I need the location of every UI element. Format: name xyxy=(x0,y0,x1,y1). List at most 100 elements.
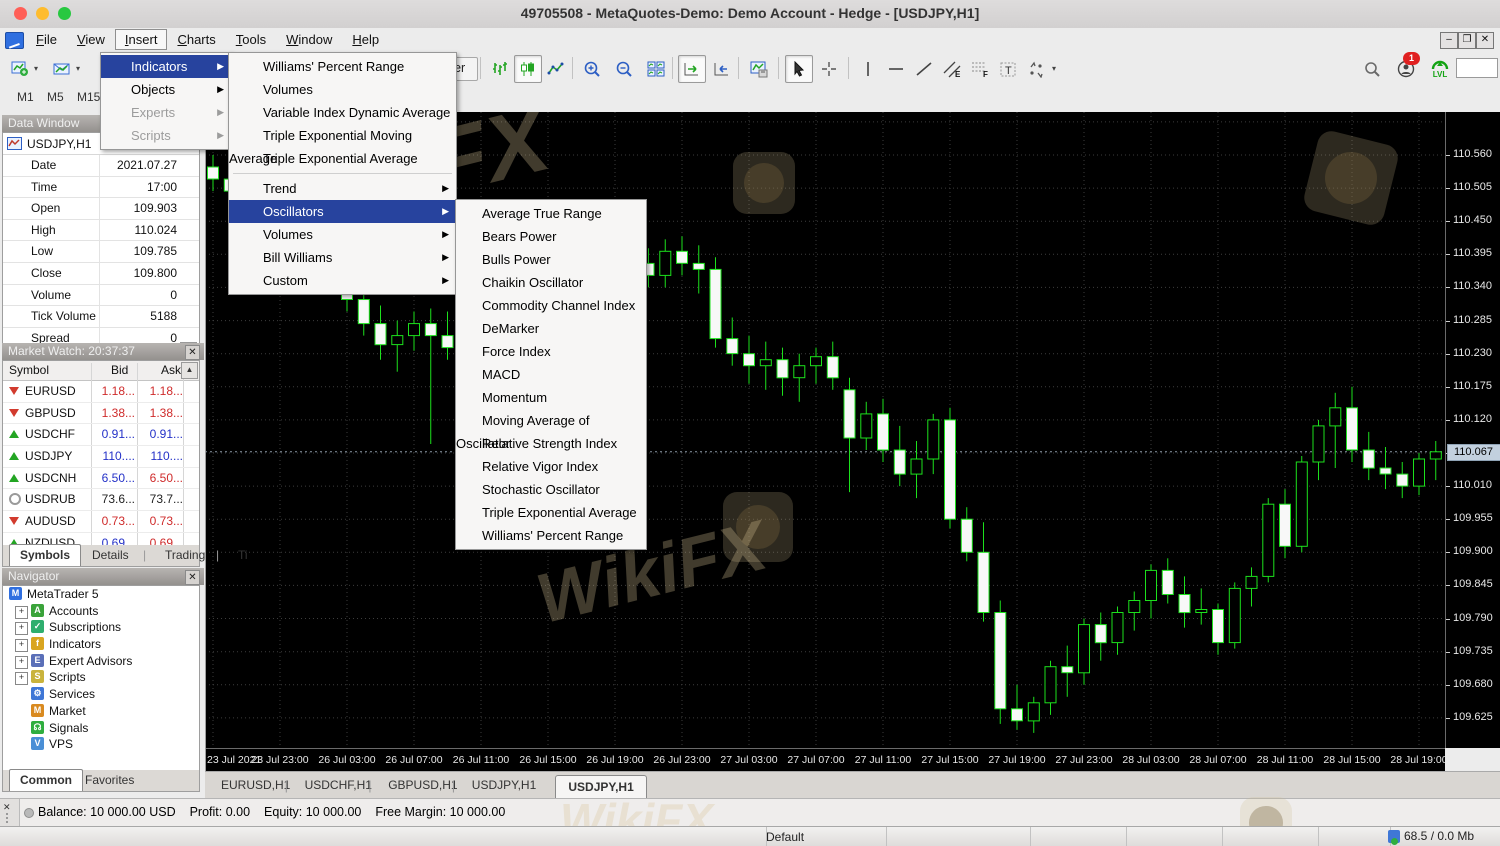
menubar-item-file[interactable]: File xyxy=(26,29,67,50)
chart-tab-0[interactable]: EURUSD,H1 xyxy=(221,778,290,792)
chart-tab-2[interactable]: GBPUSD,H1 xyxy=(388,778,457,792)
candlestick-chart-button[interactable] xyxy=(514,55,542,83)
toolbox-close-icon[interactable]: ✕ xyxy=(3,802,11,813)
zoom-out-button[interactable] xyxy=(610,55,638,83)
menubar-item-charts[interactable]: Charts xyxy=(167,29,225,50)
chart-tab-4[interactable]: USDJPY,H1 xyxy=(555,775,646,800)
navigator-item-scripts[interactable]: +SScripts xyxy=(3,669,199,686)
line-chart-button[interactable] xyxy=(542,55,570,83)
navigator-item-indicators[interactable]: +fIndicators xyxy=(3,636,199,653)
chart-tab-1[interactable]: USDCHF,H1 xyxy=(305,778,372,792)
new-chart-button[interactable] xyxy=(6,55,34,83)
price-axis[interactable]: 110.560110.505110.450110.395110.340110.2… xyxy=(1445,112,1500,748)
menu-item-variable-index-dynamic-average[interactable]: Variable Index Dynamic Average xyxy=(229,101,456,124)
menubar-item-view[interactable]: View xyxy=(67,29,115,50)
column-ask[interactable]: Ask xyxy=(161,363,181,377)
market-watch-scroll-up-button[interactable]: ▲ xyxy=(181,362,198,379)
tile-windows-button[interactable] xyxy=(642,55,670,83)
menu-item-oscillators[interactable]: Oscillators▶ xyxy=(229,200,456,223)
navigator-close-icon[interactable]: ✕ xyxy=(185,570,200,585)
menu-item-bears-power[interactable]: Bears Power xyxy=(456,225,646,248)
menu-item-triple-exponential-moving-average[interactable]: Triple Exponential Moving Average xyxy=(229,124,456,147)
menu-item-demarker[interactable]: DeMarker xyxy=(456,317,646,340)
menu-item-average-true-range[interactable]: Average True Range xyxy=(456,202,646,225)
tab-ti[interactable]: Ti xyxy=(228,545,258,565)
objects-more-caret-icon[interactable]: ▾ xyxy=(1052,64,1056,73)
chart-close-button[interactable]: ✕ xyxy=(1476,32,1494,49)
profile-selector[interactable]: Default xyxy=(758,827,887,846)
vertical-line-button[interactable] xyxy=(854,55,882,83)
navigator-item-accounts[interactable]: +AAccounts xyxy=(3,603,199,620)
tab-common[interactable]: Common xyxy=(9,769,83,791)
menu-item-volumes[interactable]: Volumes xyxy=(229,78,456,101)
tab-trading[interactable]: Trading xyxy=(155,545,215,565)
zoom-in-button[interactable] xyxy=(578,55,606,83)
navigator-root[interactable]: M MetaTrader 5 xyxy=(3,586,199,603)
navigator-item-services[interactable]: ⚙Services xyxy=(3,686,199,703)
market-watch-row-usdjpy[interactable]: USDJPY110....110.... xyxy=(3,446,199,468)
community-button[interactable]: 1 xyxy=(1392,55,1420,83)
tab-favorites[interactable]: Favorites xyxy=(75,770,144,790)
profiles-button[interactable] xyxy=(48,55,76,83)
auto-scroll-button[interactable] xyxy=(678,55,706,83)
column-symbol[interactable]: Symbol xyxy=(9,363,49,377)
navigator-item-vps[interactable]: VVPS xyxy=(3,736,199,753)
market-watch-row-eurusd[interactable]: EURUSD1.18...1.18... xyxy=(3,381,199,403)
tab-details[interactable]: Details xyxy=(82,545,139,565)
chart-minimize-button[interactable]: – xyxy=(1440,32,1458,49)
chart-tab-3[interactable]: USDJPY,H1 xyxy=(472,778,536,792)
menu-item-macd[interactable]: MACD xyxy=(456,363,646,386)
menu-item-williams-percent-range[interactable]: Williams' Percent Range xyxy=(229,55,456,78)
menu-item-indicators[interactable]: Indicators▶ xyxy=(101,55,231,78)
crosshair-button[interactable] xyxy=(815,55,843,83)
menu-item-force-index[interactable]: Force Index xyxy=(456,340,646,363)
timeframe-button-m5[interactable]: M5 xyxy=(40,88,71,107)
column-bid[interactable]: Bid xyxy=(111,363,128,377)
menu-item-objects[interactable]: Objects▶ xyxy=(101,78,231,101)
navigator-item-expert-advisors[interactable]: +EExpert Advisors xyxy=(3,653,199,670)
market-watch-title[interactable]: Market Watch: 20:37:37 xyxy=(2,343,204,360)
cursor-button[interactable] xyxy=(785,55,813,83)
menu-item-chaikin-oscillator[interactable]: Chaikin Oscillator xyxy=(456,271,646,294)
menubar-item-help[interactable]: Help xyxy=(342,29,389,50)
chart-shift-button[interactable] xyxy=(708,55,736,83)
menu-item-relative-vigor-index[interactable]: Relative Vigor Index xyxy=(456,455,646,478)
menu-item-commodity-channel-index[interactable]: Commodity Channel Index xyxy=(456,294,646,317)
expand-icon[interactable]: + xyxy=(15,622,28,635)
market-watch-close-icon[interactable]: ✕ xyxy=(185,345,200,360)
indicators-window-button[interactable] xyxy=(745,55,773,83)
menu-item-triple-exponential-average[interactable]: Triple Exponential Average xyxy=(229,147,456,170)
expand-icon[interactable]: + xyxy=(15,639,28,652)
expand-icon[interactable]: + xyxy=(15,606,28,619)
market-watch-row-usdrub[interactable]: USDRUB73.6...73.7... xyxy=(3,489,199,511)
menu-item-custom[interactable]: Custom▶ xyxy=(229,269,456,292)
navigator-title[interactable]: Navigator xyxy=(2,568,204,585)
menu-item-moving-average-of-oscillator[interactable]: Moving Average of Oscillator xyxy=(456,409,646,432)
tab-symbols[interactable]: Symbols xyxy=(9,544,81,566)
profiles-caret-icon[interactable]: ▾ xyxy=(76,64,80,73)
menu-item-stochastic-oscillator[interactable]: Stochastic Oscillator xyxy=(456,478,646,501)
menu-item-relative-strength-index[interactable]: Relative Strength Index xyxy=(456,432,646,455)
market-watch-row-gbpusd[interactable]: GBPUSD1.38...1.38... xyxy=(3,403,199,425)
lvl-button[interactable]: LVL xyxy=(1426,55,1454,83)
toolbar-search-input[interactable] xyxy=(1456,58,1498,78)
navigator-item-subscriptions[interactable]: +✓Subscriptions xyxy=(3,619,199,636)
market-watch-row-audusd[interactable]: AUDUSD0.73...0.73... xyxy=(3,511,199,533)
menu-item-bulls-power[interactable]: Bulls Power xyxy=(456,248,646,271)
menubar-item-window[interactable]: Window xyxy=(276,29,342,50)
expand-icon[interactable]: + xyxy=(15,672,28,685)
menu-item-momentum[interactable]: Momentum xyxy=(456,386,646,409)
equidistant-channel-button[interactable]: E xyxy=(938,55,966,83)
menubar-item-insert[interactable]: Insert xyxy=(115,29,168,50)
trendline-button[interactable] xyxy=(910,55,938,83)
market-watch-row-usdchf[interactable]: USDCHF0.91...0.91... xyxy=(3,424,199,446)
menu-item-volumes[interactable]: Volumes▶ xyxy=(229,223,456,246)
menubar-item-tools[interactable]: Tools xyxy=(226,29,276,50)
timeframe-button-m1[interactable]: M1 xyxy=(10,88,41,107)
chart-restore-button[interactable]: ❐ xyxy=(1458,32,1476,49)
navigator-item-signals[interactable]: ☊Signals xyxy=(3,720,199,737)
new-chart-caret-icon[interactable]: ▾ xyxy=(34,64,38,73)
text-label-button[interactable]: T xyxy=(994,55,1022,83)
bar-chart-button[interactable] xyxy=(486,55,514,83)
search-button[interactable] xyxy=(1358,55,1386,83)
